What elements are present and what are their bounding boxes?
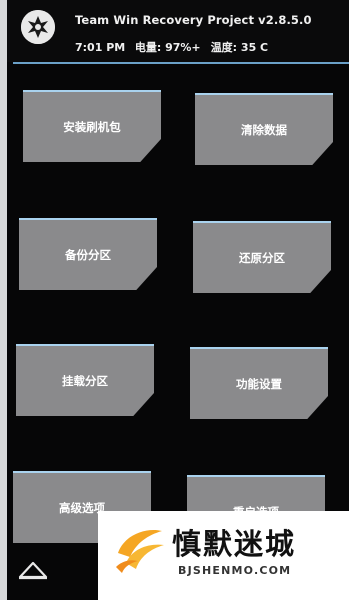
settings-button[interactable]: 功能设置 [190, 347, 328, 419]
temperature-label: 温度: 35 C [210, 41, 269, 54]
wipe-button-label: 清除数据 [241, 123, 287, 137]
header: Team Win Recovery Project v2.8.5.0 7:01 … [7, 0, 349, 62]
settings-button-label: 功能设置 [236, 377, 282, 391]
home-icon[interactable] [17, 558, 49, 580]
install-button-label: 安装刷机包 [63, 120, 121, 134]
flame-logo-icon [112, 523, 168, 579]
app-title: Team Win Recovery Project v2.8.5.0 [75, 13, 312, 27]
backup-button[interactable]: 备份分区 [19, 218, 157, 290]
status-line: 7:01 PM 电量: 97%+ 温度: 35 C [75, 39, 268, 55]
watermark-subtitle: BJSHENMO.COM [178, 564, 292, 577]
time-label: 7:01 PM [75, 41, 126, 54]
wipe-button[interactable]: 清除数据 [195, 93, 333, 165]
battery-label: 电量: 97%+ [134, 41, 201, 54]
mount-button[interactable]: 挂载分区 [16, 344, 154, 416]
backup-button-label: 备份分区 [65, 248, 111, 262]
twrp-logo-icon [21, 10, 55, 44]
watermark: 慎默迷城 BJSHENMO.COM [98, 511, 349, 600]
restore-button[interactable]: 还原分区 [193, 221, 331, 293]
header-divider [13, 62, 349, 64]
install-button[interactable]: 安装刷机包 [23, 90, 161, 162]
watermark-title: 慎默迷城 [172, 527, 297, 561]
mount-button-label: 挂载分区 [62, 374, 108, 388]
restore-button-label: 还原分区 [239, 251, 285, 265]
twrp-screen: Team Win Recovery Project v2.8.5.0 7:01 … [7, 0, 349, 600]
